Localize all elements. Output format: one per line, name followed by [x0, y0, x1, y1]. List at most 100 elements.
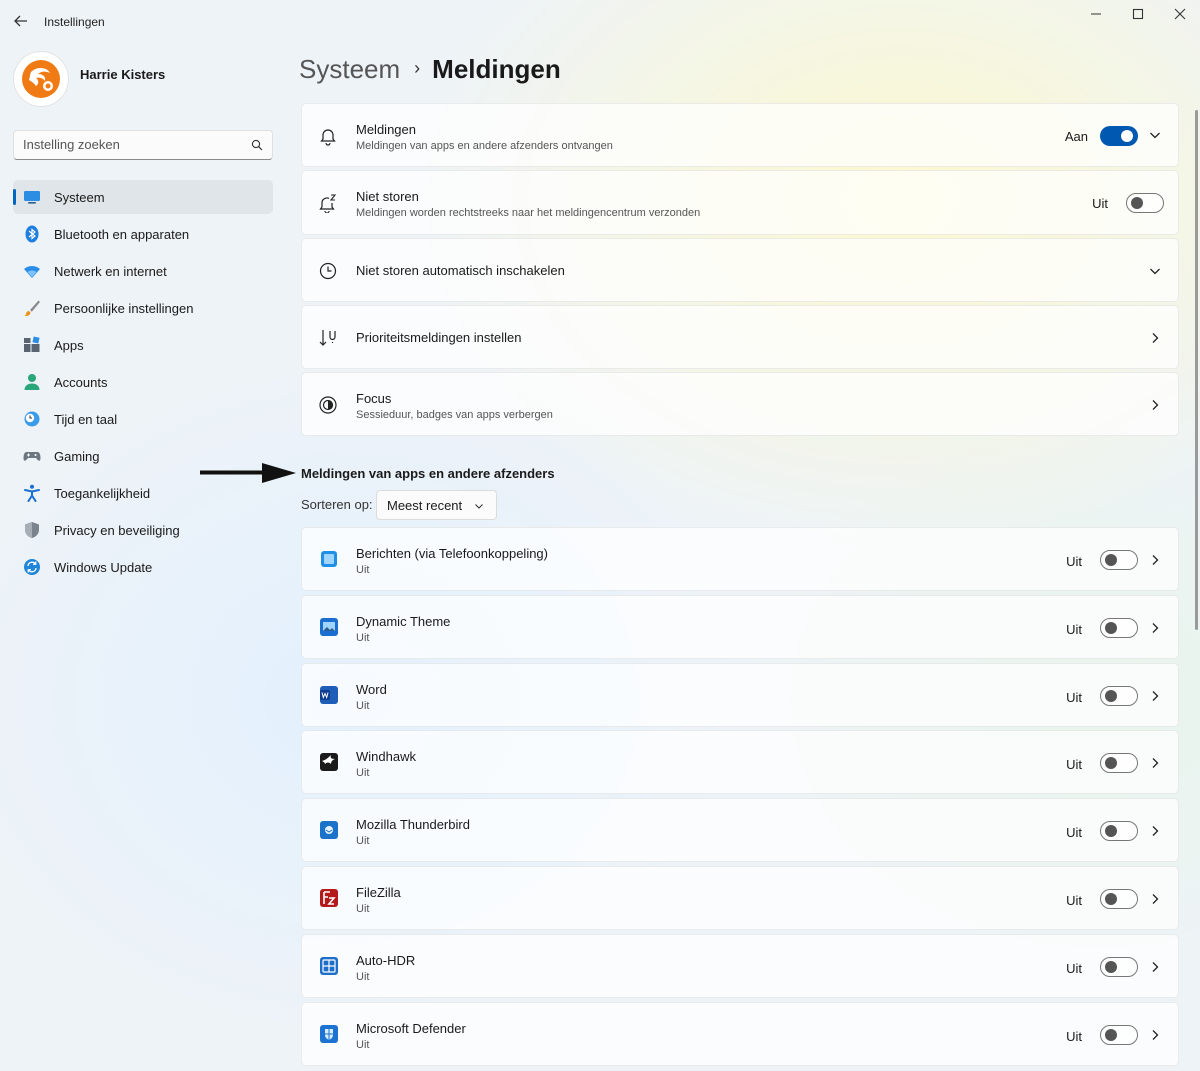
- app-notification-toggle[interactable]: [1100, 618, 1138, 638]
- app-notification-toggle[interactable]: [1100, 889, 1138, 909]
- toggle-knob: [1105, 554, 1117, 566]
- sidebar-item-label: Privacy en beveiliging: [54, 523, 180, 538]
- priority-notifications-card[interactable]: Prioriteitsmeldingen instellen: [301, 305, 1179, 369]
- app-status: Uit: [356, 632, 370, 644]
- app-name: Berichten (via Telefoonkoppeling): [356, 546, 548, 561]
- settings-search-box[interactable]: [13, 130, 273, 160]
- close-button[interactable]: [1165, 6, 1195, 24]
- toggle-knob: [1105, 825, 1117, 837]
- app-notification-row[interactable]: Windhawk Uit Uit: [301, 730, 1179, 794]
- app-notification-toggle[interactable]: [1100, 1025, 1138, 1045]
- sort-label: Sorteren op:: [301, 497, 373, 512]
- wifi-icon: [24, 266, 40, 278]
- sidebar-item-label: Bluetooth en apparaten: [54, 227, 190, 242]
- avatar[interactable]: [14, 52, 68, 106]
- app-notification-row[interactable]: FileZilla Uit Uit: [301, 866, 1179, 930]
- sidebar-item-systeem[interactable]: Systeem: [13, 180, 273, 214]
- word-icon: [320, 686, 338, 704]
- minimize-button[interactable]: [1081, 6, 1111, 24]
- sidebar-item-label: Windows Update: [54, 560, 153, 575]
- app-notification-row[interactable]: Mozilla Thunderbird Uit Uit: [301, 798, 1179, 862]
- toggle-state-label: Uit: [1066, 690, 1082, 705]
- toggle-knob: [1105, 1029, 1117, 1041]
- app-notification-row[interactable]: Dynamic Theme Uit Uit: [301, 595, 1179, 659]
- app-notification-toggle[interactable]: [1100, 957, 1138, 977]
- chevron-right-icon[interactable]: [1148, 398, 1162, 412]
- back-arrow-icon[interactable]: [12, 11, 30, 31]
- maximize-button[interactable]: [1123, 6, 1153, 24]
- app-status: Uit: [356, 903, 370, 915]
- toggle-state-label: Uit: [1066, 825, 1082, 840]
- app-status: Uit: [356, 835, 370, 847]
- toggle-state-label: Aan: [1064, 129, 1088, 144]
- chevron-right-icon[interactable]: [1148, 1028, 1162, 1042]
- brush-icon: [24, 300, 40, 317]
- search-input[interactable]: [23, 137, 243, 152]
- toggle-knob: [1105, 893, 1117, 905]
- sidebar-item-privacy[interactable]: Privacy en beveiliging: [13, 513, 273, 547]
- sort-selected-value: Meest recent: [387, 498, 463, 513]
- toggle-state-label: Uit: [1066, 1029, 1082, 1044]
- sidebar-item-netwerk[interactable]: Netwerk en internet: [13, 254, 273, 288]
- chevron-right-icon[interactable]: [1148, 756, 1162, 770]
- app-status: Uit: [356, 1039, 370, 1051]
- annotation-arrow-icon: [200, 463, 296, 483]
- chevron-down-icon[interactable]: [1148, 128, 1162, 142]
- app-name: Auto-HDR: [356, 953, 416, 968]
- notifications-setting-card[interactable]: Meldingen Meldingen van apps en andere a…: [301, 103, 1179, 167]
- sidebar-item-label: Netwerk en internet: [54, 264, 167, 279]
- sidebar-item-persoonlijk[interactable]: Persoonlijke instellingen: [13, 291, 273, 325]
- search-icon[interactable]: [251, 139, 263, 151]
- app-status: Uit: [356, 564, 370, 576]
- setting-subtitle: Sessieduur, badges van apps verbergen: [356, 409, 553, 421]
- globe-clock-icon: [24, 411, 40, 427]
- app-notification-row[interactable]: Auto-HDR Uit Uit: [301, 934, 1179, 998]
- sidebar-item-tijd[interactable]: Tijd en taal: [13, 402, 273, 436]
- app-notification-toggle[interactable]: [1100, 686, 1138, 706]
- clock-icon: [319, 262, 337, 280]
- dynamic-theme-icon: [320, 618, 338, 636]
- sidebar-item-bluetooth[interactable]: Bluetooth en apparaten: [13, 217, 273, 251]
- priority-sort-icon: [319, 330, 336, 346]
- chevron-right-icon[interactable]: [1148, 892, 1162, 906]
- chevron-down-icon: [475, 504, 483, 509]
- apps-icon: [24, 336, 40, 352]
- auto-hdr-icon: [320, 957, 338, 975]
- do-not-disturb-card[interactable]: Niet storen Meldingen worden rechtstreek…: [301, 170, 1179, 235]
- app-notification-toggle[interactable]: [1100, 821, 1138, 841]
- bell-snooze-icon: [319, 194, 337, 213]
- sidebar-item-label: Apps: [54, 338, 84, 353]
- chevron-right-icon[interactable]: [1148, 689, 1162, 703]
- dnd-auto-card[interactable]: Niet storen automatisch inschakelen: [301, 238, 1179, 302]
- scrollbar[interactable]: [1195, 110, 1198, 630]
- focus-card[interactable]: Focus Sessieduur, badges van apps verber…: [301, 372, 1179, 436]
- app-status: Uit: [356, 700, 370, 712]
- app-name: Windhawk: [356, 749, 416, 764]
- notifications-toggle[interactable]: [1100, 126, 1138, 146]
- filezilla-icon: [320, 889, 338, 907]
- do-not-disturb-toggle[interactable]: [1126, 193, 1164, 213]
- chevron-down-icon[interactable]: [1148, 264, 1162, 278]
- sidebar-item-apps[interactable]: Apps: [13, 328, 273, 362]
- setting-subtitle: Meldingen van apps en andere afzenders o…: [356, 140, 613, 152]
- sidebar-item-accounts[interactable]: Accounts: [13, 365, 273, 399]
- app-notification-row[interactable]: Microsoft Defender Uit Uit: [301, 1002, 1179, 1066]
- chevron-right-icon[interactable]: [1148, 553, 1162, 567]
- breadcrumb-parent[interactable]: Systeem: [299, 54, 400, 84]
- chevron-right-icon[interactable]: [1148, 824, 1162, 838]
- sidebar-item-windows-update[interactable]: Windows Update: [13, 550, 273, 584]
- setting-subtitle: Meldingen worden rechtstreeks naar het m…: [356, 207, 701, 219]
- toggle-state-label: Uit: [1066, 893, 1082, 908]
- toggle-state-label: Uit: [1092, 196, 1108, 211]
- app-notification-row[interactable]: Berichten (via Telefoonkoppeling) Uit Uit: [301, 527, 1179, 591]
- chevron-right-icon[interactable]: [1148, 960, 1162, 974]
- chevron-right-icon[interactable]: [1148, 331, 1162, 345]
- app-notification-toggle[interactable]: [1100, 753, 1138, 773]
- chevron-right-icon[interactable]: [1148, 621, 1162, 635]
- sidebar-item-label: Accounts: [54, 375, 108, 390]
- update-icon: [24, 559, 40, 575]
- sort-dropdown[interactable]: Meest recent: [376, 490, 497, 520]
- app-notification-toggle[interactable]: [1100, 550, 1138, 570]
- app-notification-row[interactable]: Word Uit Uit: [301, 663, 1179, 727]
- thunderbird-icon: [320, 821, 338, 839]
